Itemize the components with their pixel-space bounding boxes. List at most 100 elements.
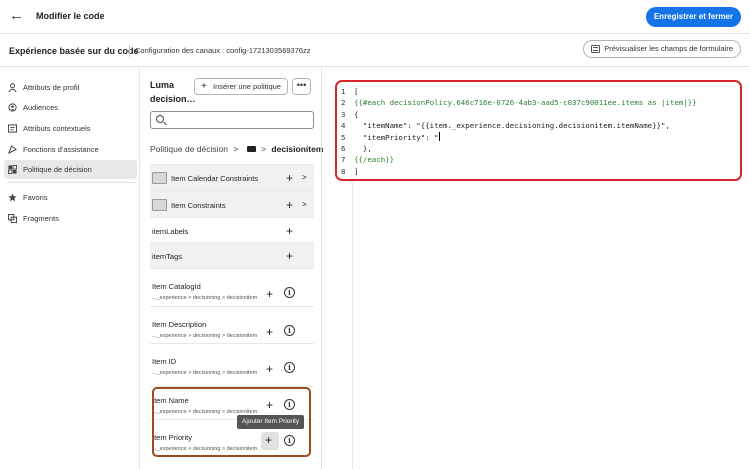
list-item[interactable]: itemTags + xyxy=(150,242,314,268)
nav-item-favorites[interactable]: Favoris xyxy=(4,188,137,207)
nav-item-label: Favoris xyxy=(23,193,48,202)
breadcrumb-current: decisionitem xyxy=(271,144,324,154)
code-line: { xyxy=(354,109,359,119)
nav-item-audiences[interactable]: Audiences xyxy=(4,98,137,117)
add-icon[interactable]: + xyxy=(265,433,272,447)
function-icon xyxy=(8,145,17,154)
add-icon[interactable]: + xyxy=(286,250,293,262)
list-item-label: Item Calendar Constraints xyxy=(171,174,259,183)
folder-icon xyxy=(246,146,256,152)
nav-item-label: Fragments xyxy=(23,214,59,223)
nav-item-contextual-attributes[interactable]: Attributs contextuels xyxy=(4,119,137,138)
list-item-folder[interactable]: Item Calendar Constraints + > xyxy=(150,164,314,190)
line-number: 2 xyxy=(341,98,346,108)
nav-item-label: Attributs contextuels xyxy=(23,124,91,133)
code-editor[interactable]: 1 [ 2 {{#each decisionPolicy.646c716e-0726… xyxy=(335,80,742,181)
add-icon[interactable]: + xyxy=(286,172,293,184)
code-line: }, xyxy=(354,143,372,153)
list-item-label: Item Description xyxy=(152,320,207,329)
list-item-path: ..._experience > decisioning > decisioni… xyxy=(152,295,258,301)
line-number: 5 xyxy=(341,132,346,142)
list-item-folder[interactable]: Item Constraints + > xyxy=(150,190,314,217)
line-number: 7 xyxy=(341,155,346,165)
list-item[interactable]: Item CatalogId ..._experience > decision… xyxy=(150,268,314,306)
code-text: "itemPriority": " xyxy=(354,132,439,142)
divider xyxy=(8,182,136,183)
channel-config-text: Configuration des canaux : config-172130… xyxy=(135,46,311,55)
folder-icon xyxy=(152,199,167,211)
folder-icon xyxy=(152,172,167,184)
nav-item-profile-attributes[interactable]: Attributs de profil xyxy=(4,78,137,97)
code-line: {{/each}} xyxy=(354,155,395,165)
left-navigation: Attributs de profil Audiences Attributs … xyxy=(0,68,140,469)
add-icon[interactable]: + xyxy=(286,225,293,237)
info-icon[interactable]: i xyxy=(284,435,295,446)
list-item[interactable]: itemLabels + xyxy=(150,217,314,242)
insert-policy-label: Insérer une politique xyxy=(213,82,281,91)
add-icon[interactable]: + xyxy=(266,326,273,338)
divider xyxy=(129,45,130,57)
plus-icon: + xyxy=(201,81,207,92)
line-number: 3 xyxy=(341,109,346,119)
preview-form-fields-label: Prévisualiser les champs de formulaire xyxy=(604,44,733,53)
nav-item-label: Audiences xyxy=(23,103,59,112)
nav-item-label: Fonctions d'assistance xyxy=(23,145,99,154)
person-icon xyxy=(8,83,17,92)
page-title: Modifier le code xyxy=(36,11,105,21)
breadcrumb: Politique de décision > > decisionitem xyxy=(150,144,323,154)
more-options-button[interactable]: ••• xyxy=(292,78,311,95)
policy-title: Luma decision… xyxy=(150,80,196,104)
divider xyxy=(321,68,322,469)
search-icon xyxy=(156,115,164,123)
list-item-path: ..._experience > decisioning > decisioni… xyxy=(152,370,258,376)
list-item[interactable]: Item Description ..._experience > decisi… xyxy=(150,306,314,343)
line-number: 1 xyxy=(341,87,346,96)
chevron-right-icon[interactable]: > xyxy=(302,200,307,209)
code-content[interactable]: 1 [ 2 {{#each decisionPolicy.646c716e-0726… xyxy=(337,86,740,177)
info-icon[interactable]: i xyxy=(284,362,295,373)
list-item-label: Item CatalogId xyxy=(152,282,201,291)
chevron-right-icon[interactable]: > xyxy=(302,173,307,182)
list-item-label: Item ID xyxy=(152,357,177,366)
decision-icon xyxy=(8,165,17,174)
breadcrumb-root[interactable]: Politique de décision xyxy=(150,144,228,154)
code-line: {{#each decisionPolicy.646c716e-0726-4ab… xyxy=(354,98,697,108)
breadcrumb-separator: > xyxy=(233,144,239,154)
info-icon[interactable]: i xyxy=(284,287,295,298)
nav-item-helper-functions[interactable]: Fonctions d'assistance xyxy=(4,140,137,159)
list-item-label: Item Constraints xyxy=(171,201,226,210)
insert-policy-button[interactable]: + Insérer une politique xyxy=(194,78,288,95)
back-arrow-icon[interactable]: ← xyxy=(9,8,25,24)
code-line: "itemPriority": " xyxy=(354,131,440,143)
line-number: 4 xyxy=(341,121,346,131)
line-number: 6 xyxy=(341,143,346,153)
nav-item-label: Politique de décision xyxy=(23,165,92,174)
form-icon xyxy=(591,45,601,53)
breadcrumb-separator: > xyxy=(261,144,267,154)
gutter-divider xyxy=(352,182,353,469)
preview-form-fields-button[interactable]: Prévisualiser les champs de formulaire xyxy=(583,40,741,58)
add-icon[interactable]: + xyxy=(266,288,273,300)
line-number: 8 xyxy=(341,166,346,176)
text-cursor xyxy=(438,131,440,141)
nav-item-decision-policy[interactable]: Politique de décision xyxy=(4,160,137,179)
save-and-close-button[interactable]: Enregistrer et fermer xyxy=(645,7,741,27)
nav-item-fragments[interactable]: Fragments xyxy=(4,209,137,228)
tooltip: Ajouter Item Priority xyxy=(237,415,305,429)
audience-icon xyxy=(8,103,17,112)
add-icon[interactable]: + xyxy=(286,199,293,211)
context-icon xyxy=(8,124,17,133)
fragment-icon xyxy=(8,214,17,223)
list-item-path: ..._experience > decisioning > decisioni… xyxy=(152,333,258,339)
code-line: [ xyxy=(354,87,359,96)
list-item-label: itemLabels xyxy=(152,227,189,236)
list-item[interactable]: Item ID ..._experience > decisioning > d… xyxy=(150,343,314,381)
list-item-label: itemTags xyxy=(152,252,183,261)
info-icon[interactable]: i xyxy=(284,325,295,336)
code-line: ] xyxy=(354,166,359,176)
nav-item-label: Attributs de profil xyxy=(23,83,80,92)
search-input[interactable] xyxy=(150,111,314,129)
top-bar: ← Modifier le code Enregistrer et fermer xyxy=(0,0,750,34)
code-line: "itemName": "{{item._experience.decision… xyxy=(354,121,670,131)
add-icon[interactable]: + xyxy=(266,363,273,375)
